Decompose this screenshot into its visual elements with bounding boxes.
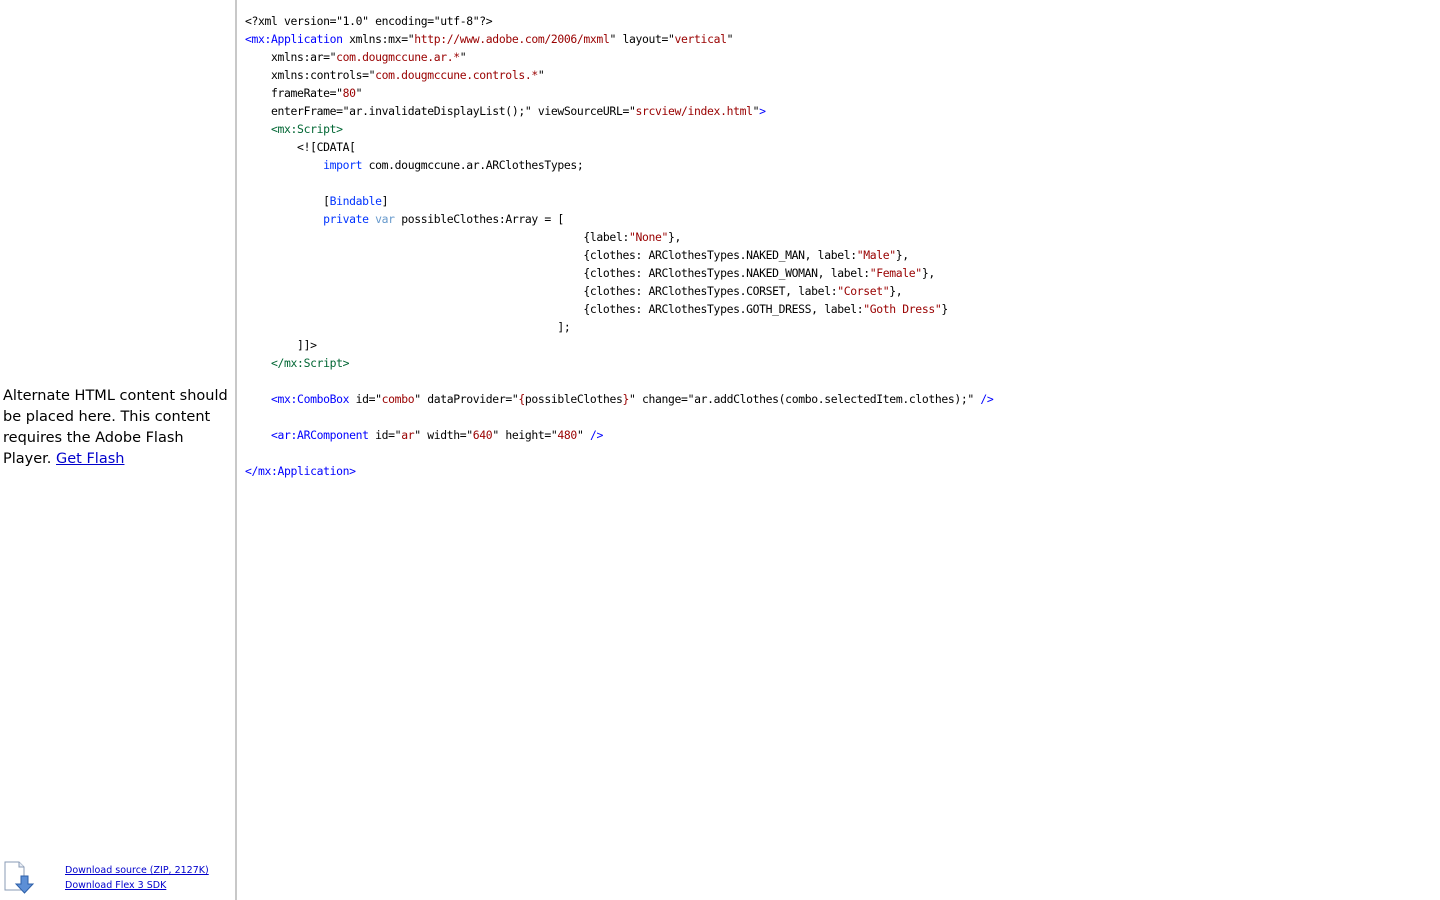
download-sdk-link[interactable]: Download Flex 3 SDK (65, 878, 209, 893)
code-line: <mx:ComboBox id="combo" dataProvider="{p… (245, 392, 994, 406)
code-line: </mx:Application> (245, 464, 356, 478)
download-icon (2, 860, 38, 896)
code-line: {clothes: ARClothesTypes.NAKED_WOMAN, la… (245, 266, 935, 280)
code-line: ]]> (245, 338, 317, 352)
code-line: <![CDATA[ (245, 140, 356, 154)
download-links: Download source (ZIP, 2127K) Download Fl… (65, 863, 209, 893)
code-line: <mx:Script> (245, 122, 343, 136)
code-line: <mx:Application xmlns:mx="http://www.ado… (245, 32, 734, 46)
code-line: ]; (245, 320, 571, 334)
code-line: {clothes: ARClothesTypes.GOTH_DRESS, lab… (245, 302, 948, 316)
code-line: <?xml version="1.0" encoding="utf-8"?> (245, 14, 493, 28)
code-line: {label:"None"}, (245, 230, 682, 244)
get-flash-link[interactable]: Get Flash (56, 451, 124, 467)
code-line: enterFrame="ar.invalidateDisplayList();"… (245, 104, 766, 118)
download-source-link[interactable]: Download source (ZIP, 2127K) (65, 863, 209, 878)
left-pane: Alternate HTML content should be placed … (0, 0, 237, 900)
code-line: {clothes: ARClothesTypes.CORSET, label:"… (245, 284, 903, 298)
code-line: private var possibleClothes:Array = [ (323, 212, 564, 226)
code-line: </mx:Script> (245, 356, 350, 370)
code-line: xmlns:controls="com.dougmccune.controls.… (245, 68, 545, 82)
source-code-pane: <?xml version="1.0" encoding="utf-8"?> <… (237, 0, 1440, 900)
code-line: [Bindable] (245, 194, 389, 208)
source-code: <?xml version="1.0" encoding="utf-8"?> <… (237, 0, 1440, 480)
alternate-content: Alternate HTML content should be placed … (3, 386, 231, 470)
code-line: xmlns:ar="com.dougmccune.ar.*" (245, 50, 467, 64)
code-line: <ar:ARComponent id="ar" width="640" heig… (245, 428, 603, 442)
code-line: import com.dougmccune.ar.ARClothesTypes; (323, 158, 584, 172)
code-line: frameRate="80" (245, 86, 363, 100)
code-line: {clothes: ARClothesTypes.NAKED_MAN, labe… (245, 248, 909, 262)
download-area: Download source (ZIP, 2127K) Download Fl… (2, 860, 232, 896)
